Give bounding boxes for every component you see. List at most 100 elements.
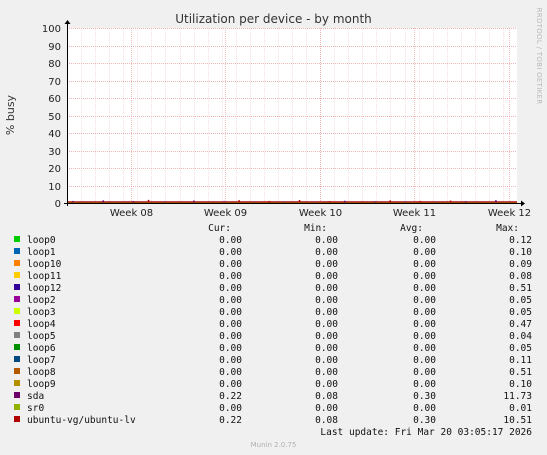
legend-swatch: [14, 344, 20, 350]
legend-avg: 0.00: [413, 403, 436, 414]
legend-avg: 0.00: [413, 379, 436, 390]
legend-swatch: [14, 248, 20, 254]
legend: loop0 0.00 0.00 0.00 0.12loop1 0.00 0.00 0.00 0.…: [14, 235, 532, 426]
legend-min: 0.00: [315, 367, 338, 378]
x-tick-label: Week 09: [204, 208, 247, 219]
legend-min: 0.00: [315, 235, 338, 246]
legend-swatch: [14, 236, 20, 242]
legend-label: loop11: [27, 271, 62, 282]
col-header-avg: Avg:: [400, 223, 423, 234]
y-tick-label: 70: [48, 77, 61, 88]
legend-max: 10.51: [503, 415, 532, 426]
legend-row-loop1: loop1 0.00 0.00 0.00 0.10: [14, 247, 532, 258]
y-tick-label: 20: [48, 164, 61, 175]
y-tick-label: 50: [48, 112, 61, 123]
legend-avg: 0.00: [413, 295, 436, 306]
x-axis-ticks: Week 08 Week 09 Week 10 Week 11 Week 12: [110, 208, 531, 219]
legend-max: 0.11: [509, 355, 532, 366]
legend-cur: 0.00: [219, 403, 242, 414]
y-tick-label: 10: [48, 182, 61, 193]
legend-row-loop12: loop12 0.00 0.00 0.00 0.51: [14, 283, 532, 294]
legend-label: loop1: [27, 247, 56, 258]
legend-swatch: [14, 356, 20, 362]
legend-swatch: [14, 332, 20, 338]
legend-max: 0.47: [509, 319, 532, 330]
legend-row-loop2: loop2 0.00 0.00 0.00 0.05: [14, 295, 532, 306]
legend-avg: 0.00: [413, 343, 436, 354]
legend-cur: 0.00: [219, 343, 242, 354]
legend-swatch: [14, 296, 20, 302]
legend-max: 0.10: [509, 379, 532, 390]
legend-cur: 0.00: [219, 247, 242, 258]
legend-swatch: [14, 272, 20, 278]
legend-row-loop5: loop5 0.00 0.00 0.00 0.04: [14, 331, 532, 342]
legend-label: loop4: [27, 319, 56, 330]
legend-min: 0.00: [315, 379, 338, 390]
legend-row-ubuntu-vg-ubuntu-lv: ubuntu-vg/ubuntu-lv 0.22 0.08 0.30 10.51: [14, 415, 532, 426]
legend-label: sda: [27, 391, 44, 402]
chart-title: Utilization per device - by month: [175, 12, 372, 26]
legend-cur: 0.00: [219, 283, 242, 294]
y-tick-label: 90: [48, 42, 61, 53]
legend-avg: 0.30: [413, 415, 436, 426]
col-header-cur: Cur:: [208, 223, 231, 234]
munin-graph: Utilization per device - by month % busy…: [4, 8, 543, 449]
legend-label: loop3: [27, 307, 56, 318]
legend-row-loop9: loop9 0.00 0.00 0.00 0.10: [14, 379, 532, 390]
legend-row-loop8: loop8 0.00 0.00 0.00 0.51: [14, 367, 532, 378]
legend-cur: 0.00: [219, 367, 242, 378]
legend-label: loop6: [27, 343, 56, 354]
legend-cur: 0.00: [219, 259, 242, 270]
legend-avg: 0.00: [413, 283, 436, 294]
y-tick-label: 80: [48, 59, 61, 70]
legend-cur: 0.00: [219, 295, 242, 306]
legend-swatch: [14, 284, 20, 290]
legend-max: 0.01: [509, 403, 532, 414]
legend-avg: 0.00: [413, 235, 436, 246]
legend-cur: 0.00: [219, 235, 242, 246]
legend-max: 0.05: [509, 307, 532, 318]
legend-label: loop10: [27, 259, 62, 270]
legend-min: 0.00: [315, 319, 338, 330]
legend-min: 0.00: [315, 307, 338, 318]
y-axis-ticks: 0 10 20 30 40 50 60 70 80 90 100: [42, 24, 61, 210]
legend-label: loop9: [27, 379, 56, 390]
legend-max: 0.04: [509, 331, 532, 342]
legend-label: loop12: [27, 283, 61, 294]
legend-label: loop8: [27, 367, 56, 378]
legend-swatch: [14, 404, 20, 410]
legend-label: loop5: [27, 331, 56, 342]
legend-swatch: [14, 368, 20, 374]
legend-min: 0.00: [315, 355, 338, 366]
legend-header: Cur: Min: Avg: Max:: [208, 223, 519, 234]
legend-max: 0.09: [509, 259, 532, 270]
legend-min: 0.00: [315, 283, 338, 294]
legend-label: loop0: [27, 235, 56, 246]
legend-cur: 0.00: [219, 379, 242, 390]
x-axis-arrow: [521, 200, 525, 207]
legend-swatch: [14, 320, 20, 326]
legend-label: ubuntu-vg/ubuntu-lv: [27, 415, 136, 426]
legend-min: 0.00: [315, 247, 338, 258]
legend-max: 0.51: [509, 367, 532, 378]
x-tick-label: Week 11: [393, 208, 436, 219]
legend-min: 0.00: [315, 403, 338, 414]
rrdtool-credit: RRDTOOL / TOBI OETIKER: [535, 8, 543, 105]
y-tick-label: 100: [42, 24, 61, 35]
legend-swatch: [14, 392, 20, 398]
legend-avg: 0.00: [413, 367, 436, 378]
legend-cur: 0.00: [219, 355, 242, 366]
legend-min: 0.08: [315, 391, 338, 402]
plot-area: [67, 28, 517, 203]
legend-swatch: [14, 308, 20, 314]
legend-min: 0.00: [315, 259, 338, 270]
legend-label: loop2: [27, 295, 56, 306]
y-tick-label: 60: [48, 94, 61, 105]
legend-cur: 0.00: [219, 307, 242, 318]
legend-row-sda: sda 0.22 0.08 0.30 11.73: [14, 391, 532, 402]
legend-cur: 0.00: [219, 331, 242, 342]
legend-avg: 0.30: [413, 391, 436, 402]
y-tick-label: 0: [55, 199, 61, 210]
legend-swatch: [14, 260, 20, 266]
legend-max: 0.12: [509, 235, 532, 246]
